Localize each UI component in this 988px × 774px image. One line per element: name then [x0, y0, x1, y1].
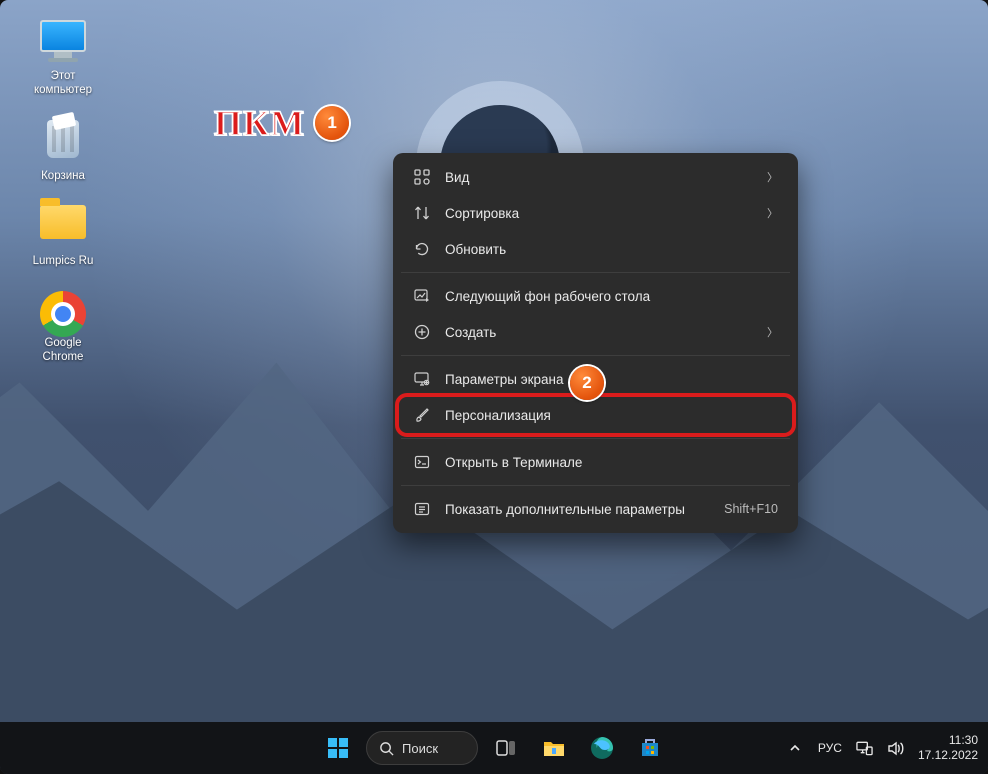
menu-separator: [401, 438, 790, 439]
chrome-icon: [40, 291, 86, 337]
tray-language[interactable]: РУС: [818, 741, 842, 755]
edge-icon: [590, 736, 614, 760]
menu-item-label: Сортировка: [445, 206, 767, 221]
desktop-icon-chrome[interactable]: Google Chrome: [18, 291, 108, 365]
menu-item-label: Персонализация: [445, 408, 778, 423]
desktop-icon-label: Google Chrome: [18, 337, 108, 365]
start-button[interactable]: [318, 728, 358, 768]
menu-item-open-terminal[interactable]: Открыть в Терминале: [399, 444, 792, 480]
menu-item-shortcut: Shift+F10: [724, 502, 778, 516]
search-icon: [379, 741, 394, 756]
recycle-bin-icon: [38, 120, 88, 166]
taskbar: Поиск: [0, 722, 988, 774]
tray-volume-button[interactable]: [887, 740, 904, 757]
menu-item-personalization[interactable]: Персонализация: [399, 397, 792, 433]
network-icon: [856, 740, 873, 756]
task-view-button[interactable]: [486, 728, 526, 768]
paintbrush-icon: [413, 406, 431, 424]
search-placeholder: Поиск: [402, 741, 438, 756]
menu-item-more-options[interactable]: Показать дополнительные параметры Shift+…: [399, 491, 792, 527]
menu-item-sort[interactable]: Сортировка 〉: [399, 195, 792, 231]
annotation-rmb: ПКМ 1: [214, 102, 349, 144]
menu-item-label: Открыть в Терминале: [445, 455, 778, 470]
folder-icon: [38, 205, 88, 251]
explorer-icon: [542, 736, 566, 760]
desktop-context-menu: Вид 〉 Сортировка 〉 Обновить Следующий фо…: [393, 153, 798, 533]
store-icon: [638, 736, 662, 760]
menu-item-new[interactable]: Создать 〉: [399, 314, 792, 350]
chevron-up-icon: [789, 742, 801, 754]
taskbar-search[interactable]: Поиск: [366, 731, 478, 765]
taskbar-item-edge[interactable]: [582, 728, 622, 768]
display-settings-icon: [413, 370, 431, 388]
tray-time: 11:30: [918, 733, 978, 748]
menu-item-label: Создать: [445, 325, 767, 340]
volume-icon: [887, 740, 904, 757]
chevron-right-icon: 〉: [767, 169, 778, 185]
taskbar-item-store[interactable]: [630, 728, 670, 768]
windows-icon: [326, 736, 350, 760]
menu-separator: [401, 485, 790, 486]
menu-item-label: Параметры экрана: [445, 372, 778, 387]
menu-separator: [401, 355, 790, 356]
desktop-icon-label: Lumpics Ru: [18, 255, 108, 269]
picture-next-icon: [413, 287, 431, 305]
desktop-icon-folder[interactable]: Lumpics Ru: [18, 205, 108, 269]
grid-icon: [413, 168, 431, 186]
menu-item-label: Следующий фон рабочего стола: [445, 289, 778, 304]
tray-date: 17.12.2022: [918, 748, 978, 763]
chevron-right-icon: 〉: [767, 324, 778, 340]
more-options-icon: [413, 500, 431, 518]
terminal-icon: [413, 453, 431, 471]
desktop-icon-label: Корзина: [18, 170, 108, 184]
monitor-icon: [38, 20, 88, 66]
menu-separator: [401, 272, 790, 273]
system-tray: РУС 11:30 17.12.2022: [787, 733, 978, 763]
task-view-icon: [495, 737, 517, 759]
annotation-text: ПКМ: [214, 102, 305, 144]
new-icon: [413, 323, 431, 341]
annotation-marker-2: 2: [570, 366, 604, 400]
menu-item-label: Обновить: [445, 242, 778, 257]
tray-network-button[interactable]: [856, 740, 873, 757]
menu-item-label: Показать дополнительные параметры: [445, 502, 724, 517]
chevron-right-icon: 〉: [767, 205, 778, 221]
menu-item-refresh[interactable]: Обновить: [399, 231, 792, 267]
menu-item-view[interactable]: Вид 〉: [399, 159, 792, 195]
desktop[interactable]: Этот компьютер Корзина Lumpics Ru Google…: [0, 0, 988, 774]
menu-item-label: Вид: [445, 170, 767, 185]
taskbar-item-explorer[interactable]: [534, 728, 574, 768]
tray-overflow-button[interactable]: [787, 740, 804, 757]
sort-icon: [413, 204, 431, 222]
menu-item-next-background[interactable]: Следующий фон рабочего стола: [399, 278, 792, 314]
desktop-icon-label: Этот компьютер: [18, 70, 108, 98]
refresh-icon: [413, 240, 431, 258]
desktop-icon-this-pc[interactable]: Этот компьютер: [18, 20, 108, 98]
desktop-icon-recycle-bin[interactable]: Корзина: [18, 120, 108, 184]
annotation-marker-1: 1: [315, 106, 349, 140]
tray-clock[interactable]: 11:30 17.12.2022: [918, 733, 978, 763]
